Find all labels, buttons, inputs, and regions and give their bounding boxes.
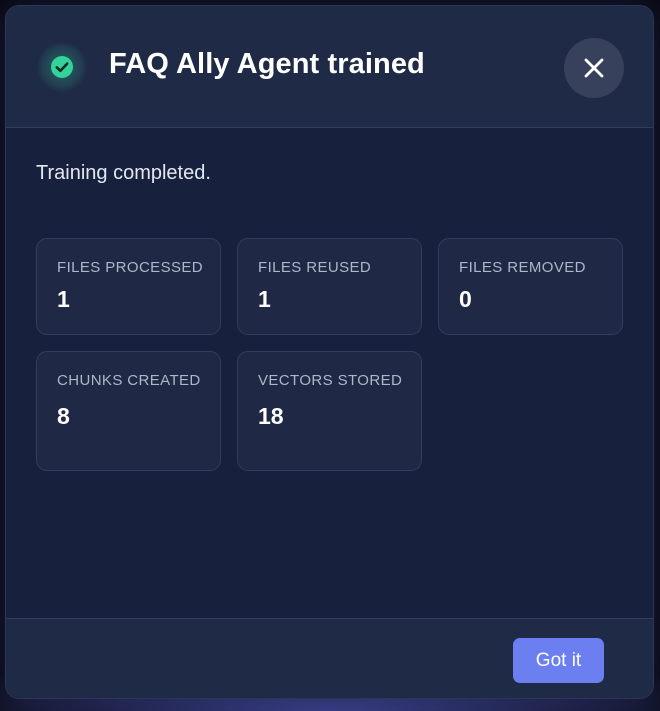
dialog-title: FAQ Ally Agent trained (109, 48, 425, 80)
stat-label: CHUNKS CREATED (57, 372, 201, 389)
stat-value: 1 (57, 286, 70, 312)
stat-label: VECTORS STORED (258, 372, 403, 389)
stat-value: 8 (57, 403, 70, 429)
status-message: Training completed. (36, 162, 211, 184)
stat-card-vectors-stored: VECTORS STORED 18 (237, 351, 422, 471)
stat-value: 18 (258, 403, 284, 429)
close-button[interactable] (564, 38, 624, 98)
stat-value: 1 (258, 286, 271, 312)
dialog-footer: Got it (6, 618, 653, 698)
close-icon (584, 58, 604, 78)
got-it-button[interactable]: Got it (513, 638, 604, 683)
success-status-indicator (37, 42, 87, 92)
stat-card-files-processed: FILES PROCESSED 1 (36, 238, 221, 335)
stat-card-files-reused: FILES REUSED 1 (237, 238, 422, 335)
stat-card-files-removed: FILES REMOVED 0 (438, 238, 623, 335)
stat-label: FILES PROCESSED (57, 259, 204, 276)
stat-card-chunks-created: CHUNKS CREATED 8 (36, 351, 221, 471)
stat-value: 0 (459, 286, 472, 312)
stat-label: FILES REMOVED (459, 259, 586, 276)
dialog-header: FAQ Ally Agent trained (6, 6, 653, 128)
stat-label: FILES REUSED (258, 259, 372, 276)
training-complete-dialog: FAQ Ally Agent trained Training complete… (5, 5, 654, 699)
check-circle-icon (51, 56, 73, 78)
